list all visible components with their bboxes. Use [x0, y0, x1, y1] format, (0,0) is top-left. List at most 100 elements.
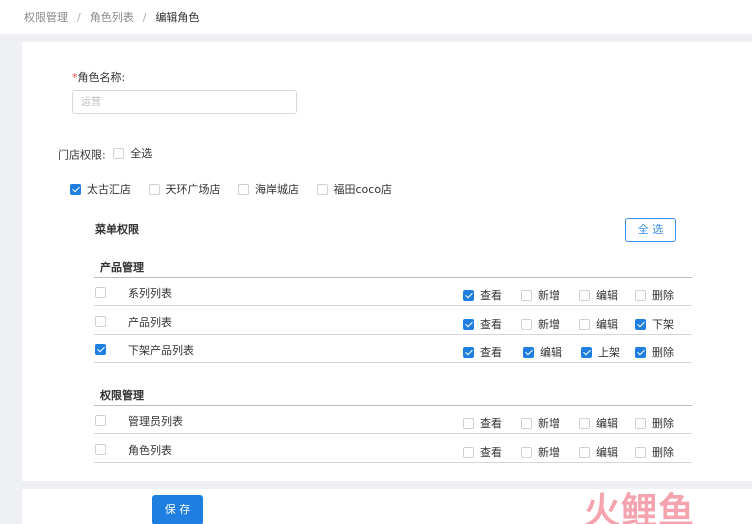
checkbox-box [635, 346, 646, 358]
perm-checkbox-view[interactable]: 查看 [463, 287, 502, 303]
perm-label: 新增 [538, 318, 560, 331]
table-row: 产品列表 查看 新增 编辑 下架 [94, 307, 692, 335]
perm-checkbox-add[interactable]: 新增 [521, 316, 560, 332]
store-checkbox-taikoohui[interactable]: 太古汇店 [70, 181, 131, 197]
perm-checkbox-delete[interactable]: 删除 [635, 415, 674, 431]
breadcrumb-item-role-list[interactable]: 角色列表 [90, 11, 134, 24]
breadcrumb-separator: / [77, 11, 81, 24]
checkbox-box [70, 183, 81, 195]
store-checkbox-haian[interactable]: 海岸城店 [238, 181, 299, 197]
checkbox-box [635, 446, 646, 458]
perm-label: 查看 [480, 346, 502, 359]
row-label: 下架产品列表 [128, 344, 194, 357]
table-row: 角色列表 查看 新增 编辑 删除 [94, 435, 692, 463]
perm-checkbox-edit[interactable]: 编辑 [579, 444, 618, 460]
watermark-logo: 火鲤鱼 [584, 491, 696, 524]
perm-checkbox-add[interactable]: 新增 [521, 415, 560, 431]
row-label: 角色列表 [128, 444, 172, 457]
store-label: 天环广场店 [165, 183, 221, 196]
perm-checkbox-delete[interactable]: 删除 [635, 344, 674, 360]
checkbox-box [463, 289, 474, 301]
row-checkbox[interactable] [95, 415, 106, 426]
store-select-all-checkbox[interactable]: 全选 [113, 145, 152, 161]
store-label: 海岸城店 [255, 183, 299, 196]
perm-checkbox-add[interactable]: 新增 [521, 287, 560, 303]
checkbox-box [463, 417, 474, 429]
perm-label: 查看 [480, 417, 502, 430]
perm-label: 删除 [652, 446, 674, 459]
perm-label: 编辑 [596, 318, 618, 331]
perm-checkbox-edit[interactable]: 编辑 [579, 316, 618, 332]
perm-checkbox-delete[interactable]: 删除 [635, 287, 674, 303]
perm-label: 下架 [652, 318, 674, 331]
table-row: 下架产品列表 查看 编辑 上架 删除 [94, 335, 692, 363]
store-checkbox-futian-coco[interactable]: 福田coco店 [316, 181, 393, 197]
save-button[interactable]: 保 存 [152, 495, 203, 524]
row-checkbox[interactable] [95, 316, 106, 327]
perm-label: 删除 [652, 289, 674, 302]
perm-checkbox-view[interactable]: 查看 [463, 344, 502, 360]
perm-label: 编辑 [596, 417, 618, 430]
store-checkbox-tianhuan[interactable]: 天环广场店 [148, 181, 221, 197]
group-title: 产品管理 [100, 261, 144, 274]
edit-role-form: *角色名称: 门店权限: 全选 太古汇店 天环广场店 海岸城店 福田coco店 … [22, 42, 752, 481]
perm-label: 查看 [480, 318, 502, 331]
perm-checkbox-unlist[interactable]: 下架 [635, 316, 674, 332]
perm-checkbox-add[interactable]: 新增 [521, 444, 560, 460]
checkbox-box [635, 318, 646, 330]
checkbox-box [521, 289, 532, 301]
checkbox-box [635, 417, 646, 429]
perm-checkbox-edit[interactable]: 编辑 [579, 415, 618, 431]
row-checkbox[interactable] [95, 444, 106, 455]
row-label: 管理员列表 [128, 415, 183, 428]
row-checkbox[interactable] [95, 287, 106, 298]
menu-select-all-button[interactable]: 全 选 [625, 218, 676, 242]
breadcrumb: 权限管理 / 角色列表 / 编辑角色 [24, 9, 199, 25]
store-label: 福田coco店 [333, 183, 393, 196]
row-checkbox[interactable] [95, 344, 106, 355]
perm-label: 上架 [598, 346, 620, 359]
perm-checkbox-delete[interactable]: 删除 [635, 444, 674, 460]
role-name-label: *角色名称: [72, 69, 125, 85]
store-permission-row: 门店权限: 全选 [58, 145, 152, 163]
checkbox-box [521, 318, 532, 330]
checkbox-box [523, 346, 534, 358]
checkbox-box [521, 417, 532, 429]
table-row: 系列列表 查看 新增 编辑 删除 [94, 278, 692, 306]
perm-checkbox-view[interactable]: 查看 [463, 444, 502, 460]
role-name-input[interactable] [72, 90, 297, 114]
checkbox-box [579, 446, 590, 458]
row-label: 系列列表 [128, 287, 172, 300]
perm-label: 编辑 [540, 346, 562, 359]
perm-label: 新增 [538, 417, 560, 430]
perm-checkbox-list[interactable]: 上架 [581, 344, 620, 360]
store-select-all-label: 全选 [130, 147, 153, 160]
row-label: 产品列表 [128, 316, 172, 329]
group-header-product: 产品管理 [94, 250, 692, 278]
table-row: 管理员列表 查看 新增 编辑 删除 [94, 406, 692, 434]
perm-checkbox-edit[interactable]: 编辑 [579, 287, 618, 303]
perm-checkbox-view[interactable]: 查看 [463, 316, 502, 332]
breadcrumb-separator: / [142, 11, 147, 24]
store-permission-label: 门店权限: [58, 148, 106, 162]
perm-label: 查看 [480, 289, 502, 302]
perm-label: 编辑 [596, 446, 618, 459]
perm-label: 删除 [652, 417, 674, 430]
perm-checkbox-edit[interactable]: 编辑 [523, 344, 562, 360]
perm-label: 新增 [538, 446, 560, 459]
checkbox-box [635, 289, 646, 301]
checkbox-box [463, 446, 474, 458]
perm-label: 查看 [480, 446, 502, 459]
group-title: 权限管理 [100, 389, 144, 402]
perm-label: 新增 [538, 289, 560, 302]
perm-label: 删除 [652, 346, 674, 359]
store-list: 太古汇店 天环广场店 海岸城店 福田coco店 [70, 181, 392, 198]
breadcrumb-current: 编辑角色 [155, 11, 200, 24]
store-label: 太古汇店 [87, 183, 131, 196]
checkbox-box [113, 147, 125, 159]
breadcrumb-item-permission[interactable]: 权限管理 [24, 11, 68, 24]
checkbox-box [316, 183, 328, 195]
checkbox-box [238, 183, 249, 195]
checkbox-box [581, 346, 592, 358]
perm-checkbox-view[interactable]: 查看 [463, 415, 502, 431]
